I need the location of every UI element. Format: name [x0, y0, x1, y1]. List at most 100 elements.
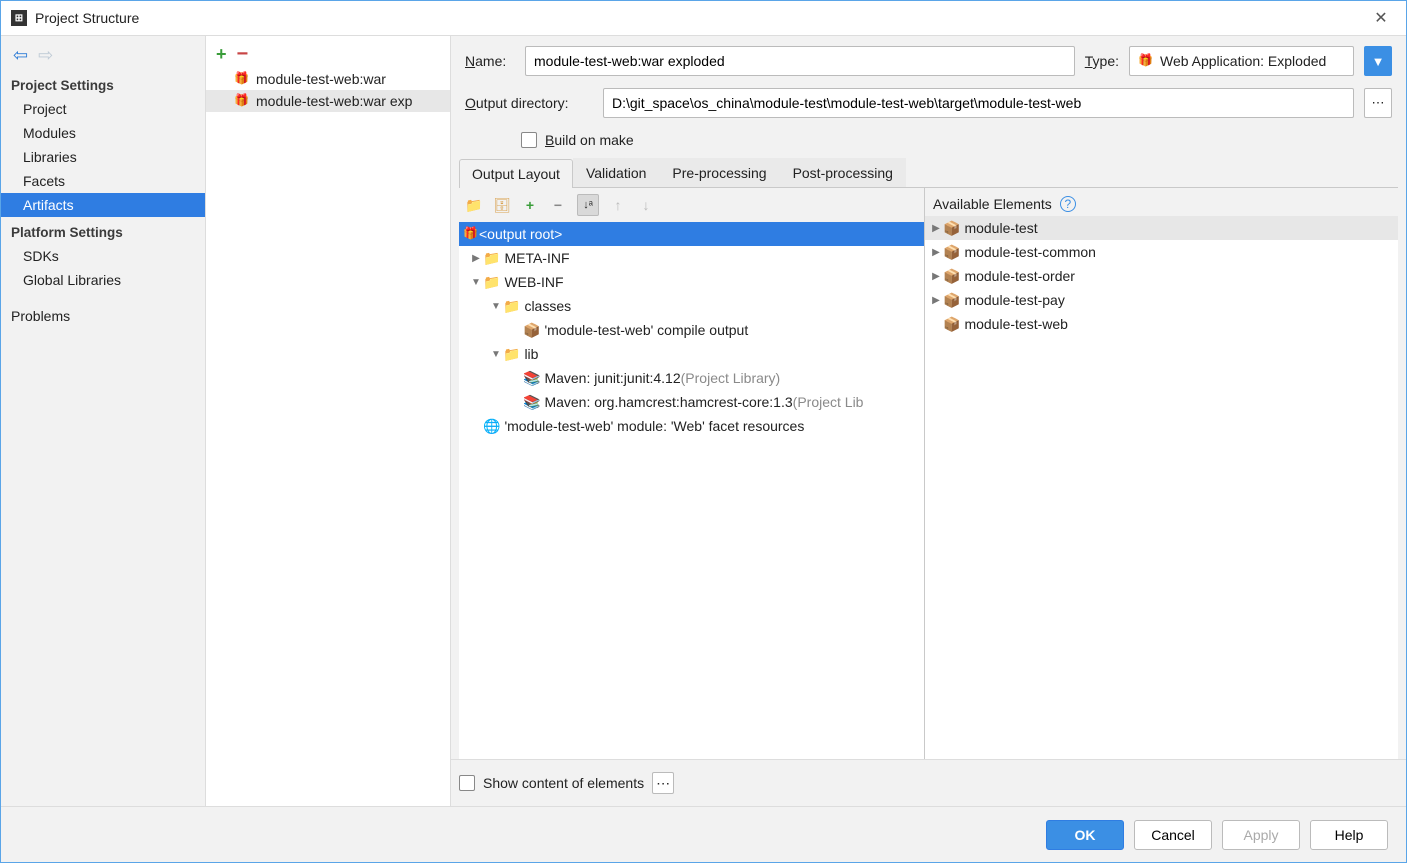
output-tree-panel: 📁 🗄 + − ↓ᵃ ↑ ↓ <output root> ▶	[459, 188, 925, 759]
output-tree[interactable]: <output root> ▶ 📁 META-INF ▼ 📁 WEB-INF	[459, 222, 924, 759]
tree-label-suffix: (Project Lib	[793, 394, 864, 410]
module-icon: 📦	[943, 220, 960, 237]
show-content-row: Show content of elements ⋯	[451, 759, 1406, 806]
build-on-make-checkbox[interactable]	[521, 132, 537, 148]
type-dropdown-icon[interactable]: ▼	[1364, 46, 1392, 76]
nav-item-modules[interactable]: Modules	[1, 121, 205, 145]
expand-icon[interactable]: ▶	[469, 253, 483, 264]
collapse-icon[interactable]: ▼	[489, 301, 503, 312]
name-input[interactable]	[525, 46, 1075, 76]
expand-icon[interactable]: ▶	[929, 247, 943, 258]
tree-row-facet-resources[interactable]: 🌐 'module-test-web' module: 'Web' facet …	[459, 414, 924, 438]
tree-row-classes[interactable]: ▼ 📁 classes	[459, 294, 924, 318]
app-icon: ⊞	[11, 10, 27, 26]
module-icon: 📦	[943, 244, 960, 261]
add-artifact-icon[interactable]: +	[216, 45, 227, 63]
back-icon[interactable]: ⇦	[13, 46, 28, 64]
module-output-icon: 📦	[523, 322, 540, 339]
available-item[interactable]: ▶ 📦 module-test-common	[925, 240, 1398, 264]
artifact-label: module-test-web:war exp	[256, 93, 412, 109]
tab-validation[interactable]: Validation	[573, 158, 659, 187]
tree-row-web-inf[interactable]: ▼ 📁 WEB-INF	[459, 270, 924, 294]
tree-label: META-INF	[504, 250, 569, 266]
nav-item-global-libraries[interactable]: Global Libraries	[1, 268, 205, 292]
collapse-icon[interactable]: ▼	[489, 349, 503, 360]
nav-item-artifacts[interactable]: Artifacts	[1, 193, 205, 217]
artifact-label: module-test-web:war	[256, 71, 386, 87]
dialog-footer: OK Cancel Apply Help	[1, 806, 1406, 862]
available-item-label: module-test-web	[964, 316, 1068, 332]
add-copy-icon[interactable]: +	[521, 196, 539, 214]
available-item[interactable]: ▶ 📦 module-test	[925, 216, 1398, 240]
apply-button[interactable]: Apply	[1222, 820, 1300, 850]
new-folder-icon[interactable]: 📁	[465, 196, 483, 214]
show-content-label: Show content of elements	[483, 775, 644, 791]
new-archive-icon[interactable]: 🗄	[493, 196, 511, 214]
cancel-button[interactable]: Cancel	[1134, 820, 1212, 850]
available-item-label: module-test-common	[964, 244, 1096, 260]
output-dir-input[interactable]	[603, 88, 1354, 118]
tree-label: Maven: junit:junit:4.12	[544, 370, 680, 386]
artifact-list-item[interactable]: module-test-web:war	[206, 68, 450, 90]
show-content-checkbox[interactable]	[459, 775, 475, 791]
nav-history: ⇦ ⇨	[1, 36, 205, 70]
ok-button[interactable]: OK	[1046, 820, 1124, 850]
tree-row-library[interactable]: 📚 Maven: junit:junit:4.12 (Project Libra…	[459, 366, 924, 390]
folder-icon: 📁	[483, 274, 500, 291]
available-elements-label: Available Elements	[933, 196, 1052, 212]
tree-row-lib[interactable]: ▼ 📁 lib	[459, 342, 924, 366]
tree-row-meta-inf[interactable]: ▶ 📁 META-INF	[459, 246, 924, 270]
sort-icon[interactable]: ↓ᵃ	[577, 194, 599, 216]
available-elements-tree[interactable]: ▶ 📦 module-test ▶ 📦 module-test-common ▶…	[925, 216, 1398, 759]
tree-label: Maven: org.hamcrest:hamcrest-core:1.3	[544, 394, 792, 410]
show-content-options-button[interactable]: ⋯	[652, 772, 674, 794]
tree-label: 'module-test-web' compile output	[544, 322, 748, 338]
build-on-make-row: Build on make	[451, 122, 1406, 158]
available-item[interactable]: ▶ 📦 module-test-pay	[925, 288, 1398, 312]
browse-output-dir-button[interactable]: ⋯	[1364, 88, 1392, 118]
artifact-list-item[interactable]: module-test-web:war exp	[206, 90, 450, 112]
tab-pre-processing[interactable]: Pre-processing	[659, 158, 779, 187]
tree-row-compile-output[interactable]: 📦 'module-test-web' compile output	[459, 318, 924, 342]
window-title: Project Structure	[35, 10, 1366, 26]
available-item[interactable]: ▶ 📦 module-test-web	[925, 312, 1398, 336]
nav-item-libraries[interactable]: Libraries	[1, 145, 205, 169]
tree-label-suffix: (Project Library)	[681, 370, 781, 386]
output-layout-area: 📁 🗄 + − ↓ᵃ ↑ ↓ <output root> ▶	[451, 188, 1406, 759]
collapse-icon[interactable]: ▼	[469, 277, 483, 288]
module-icon: 📦	[943, 292, 960, 309]
help-button[interactable]: Help	[1310, 820, 1388, 850]
tree-label: <output root>	[479, 226, 562, 242]
folder-icon: 📁	[503, 298, 520, 315]
folder-icon: 📁	[483, 250, 500, 267]
move-up-icon[interactable]: ↑	[609, 196, 627, 214]
type-select[interactable]: Web Application: Exploded	[1129, 46, 1354, 76]
nav-item-sdks[interactable]: SDKs	[1, 244, 205, 268]
facet-icon: 🌐	[483, 418, 500, 435]
expand-icon[interactable]: ▶	[929, 271, 943, 282]
output-dir-label: Output directory:	[465, 95, 593, 111]
help-icon[interactable]: ?	[1060, 196, 1076, 212]
available-elements-header: Available Elements ?	[925, 188, 1398, 216]
remove-icon[interactable]: −	[549, 196, 567, 214]
titlebar: ⊞ Project Structure ✕	[1, 1, 1406, 36]
nav-item-problems[interactable]: Problems	[1, 304, 205, 328]
expand-icon[interactable]: ▶	[929, 223, 943, 234]
nav-item-project[interactable]: Project	[1, 97, 205, 121]
available-item[interactable]: ▶ 📦 module-test-order	[925, 264, 1398, 288]
artifact-icon	[463, 226, 479, 242]
tree-row-output-root[interactable]: <output root>	[459, 222, 924, 246]
artifacts-list-panel: + − module-test-web:war module-test-web:…	[206, 36, 451, 806]
expand-icon[interactable]: ▶	[929, 295, 943, 306]
tree-label: 'module-test-web' module: 'Web' facet re…	[504, 418, 804, 434]
move-down-icon[interactable]: ↓	[637, 196, 655, 214]
tab-output-layout[interactable]: Output Layout	[459, 159, 573, 188]
library-icon: 📚	[523, 394, 540, 411]
forward-icon[interactable]: ⇨	[38, 46, 53, 64]
tree-row-library[interactable]: 📚 Maven: org.hamcrest:hamcrest-core:1.3 …	[459, 390, 924, 414]
tab-post-processing[interactable]: Post-processing	[780, 158, 906, 187]
remove-artifact-icon[interactable]: −	[237, 44, 249, 64]
build-on-make-label: Build on make	[545, 132, 634, 148]
close-icon[interactable]: ✕	[1366, 8, 1396, 28]
nav-item-facets[interactable]: Facets	[1, 169, 205, 193]
